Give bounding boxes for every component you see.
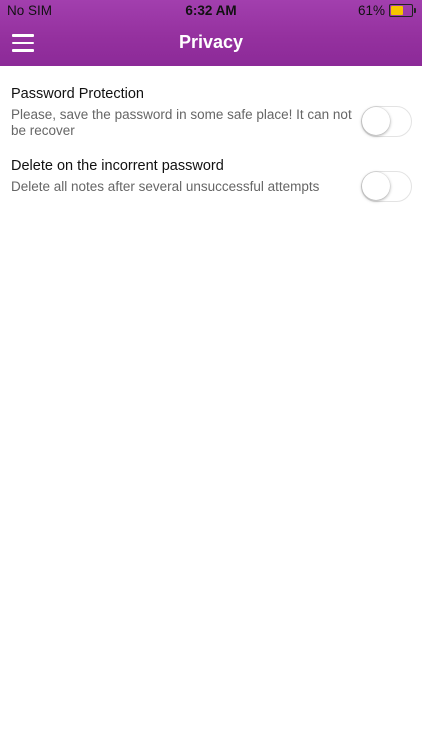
- battery-indicator: 61%: [358, 3, 416, 18]
- page-title: Privacy: [178, 32, 244, 52]
- battery-fill: [391, 6, 404, 15]
- battery-icon: [389, 4, 413, 17]
- toggle-knob: [362, 172, 390, 200]
- app-header: No SIM 6:32 AM 61% Privacy: [0, 0, 422, 66]
- toggle-knob: [362, 107, 390, 135]
- password-protection-description-line1: Please, save the password in some safe p…: [11, 107, 352, 122]
- battery-percent: 61%: [357, 3, 385, 18]
- delete-on-incorrect-password-title: Delete on the incorrent password: [11, 158, 224, 174]
- password-protection-description-line2: be recover: [11, 123, 75, 138]
- delete-on-incorrect-password-description: Delete all notes after several unsuccess…: [11, 179, 320, 194]
- delete-on-incorrect-password-toggle[interactable]: [361, 171, 412, 202]
- password-protection-title: Password Protection: [11, 86, 144, 102]
- password-protection-description: Please, save the password in some safe p…: [11, 107, 356, 139]
- battery-tip: [414, 8, 416, 13]
- delete-on-incorrect-password-row: Delete on the incorrent password Delete …: [0, 138, 422, 208]
- password-protection-row: Password Protection Please, save the pas…: [0, 66, 422, 138]
- password-protection-toggle[interactable]: [361, 106, 412, 137]
- status-bar: No SIM 6:32 AM 61%: [0, 0, 422, 22]
